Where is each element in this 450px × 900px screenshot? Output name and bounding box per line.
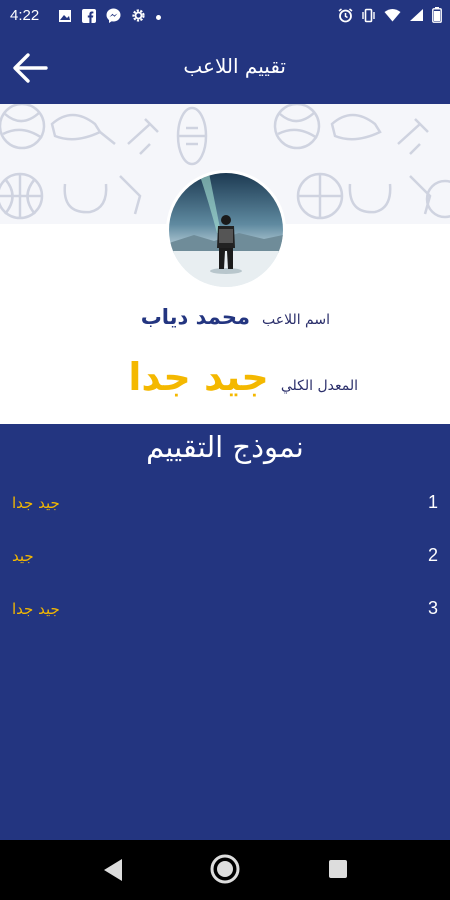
evaluation-item-number: 2 xyxy=(427,545,438,565)
home-nav-button[interactable] xyxy=(210,854,240,888)
player-photo-icon xyxy=(169,173,283,287)
overall-average-label: المعدل الكلي xyxy=(280,378,358,394)
recents-nav-button[interactable] xyxy=(328,859,348,883)
settings-icon xyxy=(131,8,146,27)
status-bar: 4:22 xyxy=(0,0,450,32)
evaluation-item: 3 جيد جدا xyxy=(0,598,450,628)
back-button[interactable] xyxy=(10,50,50,86)
evaluation-title: نموذج التقييم xyxy=(146,430,304,464)
dot-icon xyxy=(156,15,161,20)
square-recents-icon xyxy=(329,860,347,878)
evaluation-item-value: جيد xyxy=(12,547,34,565)
player-name: محمد دياب xyxy=(140,305,250,329)
overall-average-row: المعدل الكلي جيد جدا xyxy=(128,355,358,399)
battery-icon xyxy=(432,7,442,27)
notification-icons xyxy=(58,8,161,27)
evaluation-item-number: 1 xyxy=(427,492,438,512)
evaluation-item: 2 جيد xyxy=(0,545,450,575)
home-circle-icon xyxy=(210,854,240,884)
status-time: 4:22 xyxy=(10,7,40,24)
alarm-icon xyxy=(338,7,353,27)
player-name-label: اسم اللاعب xyxy=(262,312,330,328)
facebook-icon xyxy=(82,8,96,27)
evaluation-item-value: جيد جدا xyxy=(12,600,60,618)
image-icon xyxy=(58,9,72,27)
signal-icon xyxy=(409,8,424,26)
messenger-icon xyxy=(106,8,121,27)
evaluation-item: 1 جيد جدا xyxy=(0,492,450,522)
back-nav-button[interactable] xyxy=(102,858,124,886)
arrow-left-icon xyxy=(13,53,48,83)
overall-average-value: جيد جدا xyxy=(128,355,269,399)
evaluation-panel: نموذج التقييم 1 جيد جدا 2 جيد 3 جيد جدا xyxy=(0,424,450,840)
app-bar: تقييم اللاعب xyxy=(0,32,450,104)
navigation-bar xyxy=(0,840,450,900)
system-icons xyxy=(338,7,442,27)
evaluation-item-value: جيد جدا xyxy=(12,494,60,512)
player-name-row: اسم اللاعب محمد دياب xyxy=(141,305,330,329)
wifi-icon xyxy=(384,8,401,26)
triangle-back-icon xyxy=(104,859,122,881)
evaluation-item-number: 3 xyxy=(427,598,438,618)
player-avatar xyxy=(169,173,283,287)
page-title: تقييم اللاعب xyxy=(183,54,286,78)
vibrate-icon xyxy=(361,8,376,27)
